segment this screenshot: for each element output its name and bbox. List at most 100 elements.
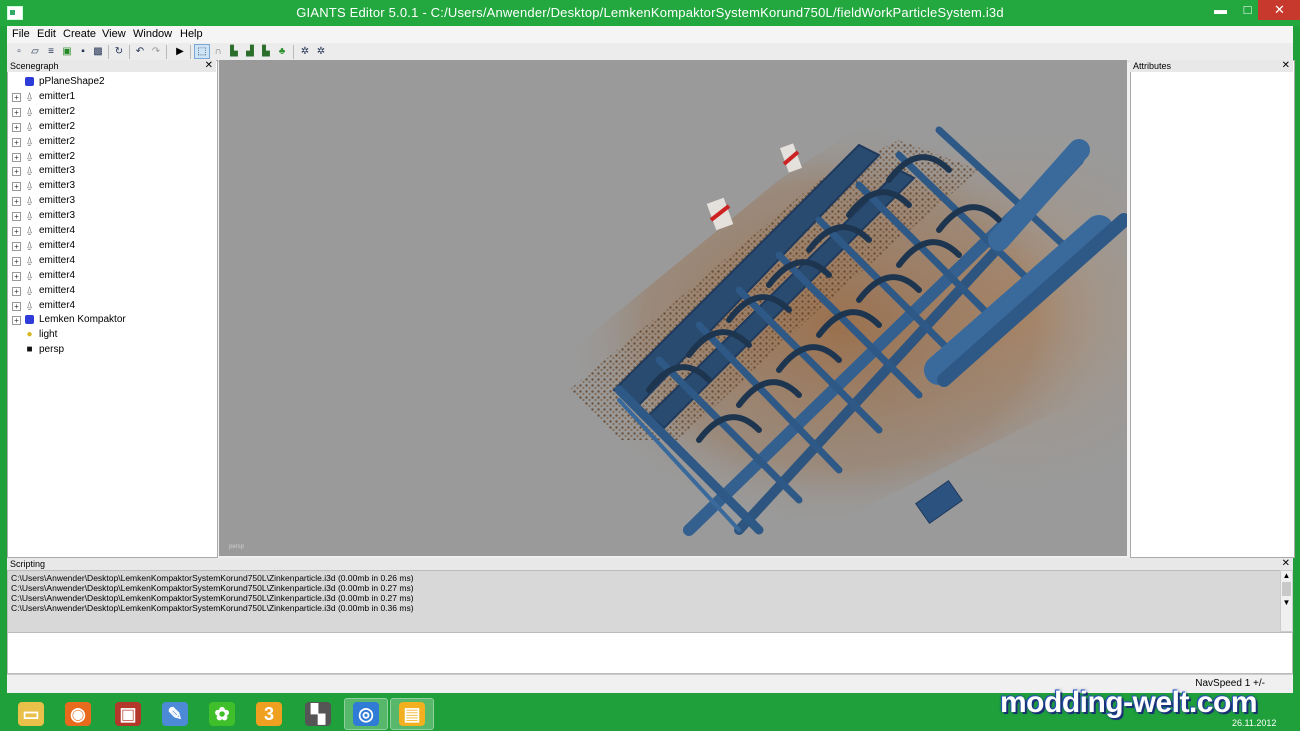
camera-label: persp — [229, 544, 245, 550]
select-tool-icon[interactable]: ⬚ — [194, 44, 210, 59]
scenegraph-node[interactable]: + ⍙ emitter4 — [8, 283, 213, 298]
import-icon[interactable]: ▣ — [60, 45, 74, 58]
watermark-logo: modding-welt.com — [1000, 686, 1258, 719]
scenegraph-node[interactable]: + ⍙ emitter4 — [8, 253, 213, 268]
scenegraph-node[interactable]: + ⍙ emitter4 — [8, 238, 213, 253]
3d-viewport[interactable]: persp — [219, 60, 1127, 556]
giants-editor-icon: ▤ — [399, 702, 425, 726]
reload-icon[interactable]: ↻ — [112, 45, 126, 58]
taskbar-app[interactable]: ▚ — [297, 699, 339, 729]
firefox-icon: ◉ — [65, 702, 91, 726]
menu-edit[interactable]: Edit — [37, 28, 56, 40]
redo-icon[interactable]: ↷ — [149, 45, 163, 58]
scenegraph-node[interactable]: + ⍙ emitter2 — [8, 119, 213, 134]
terrain-paint-icon[interactable]: ▟ — [243, 45, 257, 58]
expand-toggle[interactable]: + — [12, 316, 21, 326]
scenegraph-node[interactable]: + Lemken Kompaktor — [8, 312, 213, 327]
taskbar-app[interactable]: ✿ — [201, 699, 243, 729]
expand-toggle[interactable]: + — [12, 227, 21, 236]
editor-frame: File Edit Create View Window Help ▫ ▱ ≡ … — [7, 26, 1295, 693]
maximize-button[interactable]: □ — [1234, 0, 1261, 20]
scenegraph-node[interactable]: + ⍙ emitter3 — [8, 193, 213, 208]
scenegraph-node[interactable]: + ⍙ emitter3 — [8, 163, 213, 178]
close-button[interactable]: ✕ — [1258, 0, 1300, 20]
expand-toggle[interactable]: + — [12, 167, 21, 177]
expand-toggle[interactable]: + — [12, 182, 21, 192]
play-icon[interactable]: ▶ — [173, 45, 187, 58]
menu-window[interactable]: Window — [133, 28, 172, 40]
foliage-icon[interactable]: ♣ — [275, 45, 289, 58]
taskbar-app[interactable]: ▭ — [10, 699, 52, 729]
chevron-down-icon[interactable]: ▼ — [1281, 598, 1292, 607]
scenegraph-node[interactable]: + ⍙ emitter2 — [8, 134, 213, 149]
menu-view[interactable]: View — [102, 28, 126, 40]
taskbar-app[interactable]: ▤ — [390, 698, 434, 730]
scenegraph-node[interactable]: + ⍙ emitter2 — [8, 104, 213, 119]
terrain-foliage-icon[interactable]: ▙ — [259, 45, 273, 58]
open-recent-icon[interactable]: ≡ — [44, 45, 58, 58]
taskbar-app[interactable]: ▣ — [107, 699, 149, 729]
scenegraph-node[interactable]: pPlaneShape2 — [8, 74, 213, 89]
scenegraph-node[interactable]: + ⍙ emitter4 — [8, 268, 213, 283]
terrain-icon[interactable]: ▙ — [227, 45, 241, 58]
settings-alt-icon[interactable]: ✲ — [314, 45, 328, 58]
icq-icon: ✿ — [209, 702, 235, 726]
taskbar-app[interactable]: ◎ — [344, 698, 388, 730]
scenegraph-node-label: emitter2 — [39, 135, 76, 147]
scenegraph-node[interactable]: + ⍙ emitter2 — [8, 149, 213, 164]
new-file-icon[interactable]: ▫ — [12, 45, 26, 58]
close-icon[interactable]: ✕ — [205, 60, 213, 72]
scenegraph-node-label: pPlaneShape2 — [39, 76, 105, 87]
scenegraph-node-label: emitter4 — [39, 269, 76, 281]
scenegraph-title: Scenegraph ✕ — [7, 60, 216, 72]
open-file-icon[interactable]: ▱ — [28, 45, 42, 58]
scenegraph-node-label: light — [39, 329, 58, 341]
viewport-scene[interactable]: persp — [219, 60, 1127, 556]
emitter-icon: ⍙ — [26, 269, 33, 281]
scripting-log[interactable]: C:\Users\Anwender\Desktop\LemkenKompakto… — [7, 570, 1285, 636]
undo-icon[interactable]: ↶ — [133, 45, 147, 58]
expand-toggle[interactable]: + — [12, 122, 21, 132]
magnet-icon[interactable]: ∩ — [211, 45, 225, 58]
scenegraph-node[interactable]: ● light — [8, 327, 213, 342]
taskbar-app[interactable]: 3 — [248, 699, 290, 729]
scenegraph-node[interactable]: + ⍙ emitter1 — [8, 89, 213, 104]
expand-toggle[interactable]: + — [12, 256, 21, 266]
emitter-icon: ⍙ — [26, 150, 33, 162]
expand-toggle[interactable]: + — [12, 241, 21, 251]
expand-toggle[interactable]: + — [12, 107, 21, 117]
save-as-icon[interactable]: ▩ — [91, 45, 105, 58]
close-icon[interactable]: ✕ — [1282, 60, 1290, 72]
save-icon[interactable]: ▪ — [76, 45, 90, 58]
scenegraph-node[interactable]: ■ persp — [8, 342, 213, 357]
menu-file[interactable]: File — [12, 28, 30, 40]
settings-icon[interactable]: ✲ — [298, 45, 312, 58]
chevron-up-icon[interactable]: ▲ — [1281, 571, 1292, 580]
expand-toggle[interactable]: + — [12, 286, 21, 296]
shape-icon — [25, 77, 34, 86]
scenegraph-node[interactable]: + ⍙ emitter3 — [8, 178, 213, 193]
expand-toggle[interactable]: + — [12, 152, 21, 162]
expand-toggle[interactable]: + — [12, 92, 21, 102]
close-icon[interactable]: ✕ — [1282, 558, 1290, 570]
expand-toggle[interactable]: + — [12, 301, 21, 311]
script-input[interactable] — [7, 632, 1293, 674]
scenegraph-node[interactable]: + ⍙ emitter4 — [8, 223, 213, 238]
emitter-icon: ⍙ — [26, 254, 33, 266]
menu-create[interactable]: Create — [63, 28, 96, 40]
scenegraph-node[interactable]: + ⍙ emitter3 — [8, 208, 213, 223]
taskbar-app[interactable]: ✎ — [154, 699, 196, 729]
window-title: GIANTS Editor 5.0.1 - C:/Users/Anwender/… — [296, 5, 1004, 20]
expand-toggle[interactable]: + — [12, 197, 21, 207]
expand-toggle[interactable]: + — [12, 212, 21, 222]
log-scrollbar[interactable]: ▲ ▼ — [1280, 570, 1293, 632]
scenegraph-node[interactable]: + ⍙ emitter4 — [8, 298, 213, 313]
menu-help[interactable]: Help — [180, 28, 203, 40]
minimize-button[interactable]: ▬ — [1207, 0, 1234, 20]
expand-toggle[interactable]: + — [12, 271, 21, 281]
expand-toggle[interactable]: + — [12, 137, 21, 147]
taskbar-app[interactable]: ◉ — [57, 699, 99, 729]
scenegraph-node-label: persp — [39, 344, 65, 356]
camera-icon: ■ — [26, 344, 33, 356]
scenegraph-node-label: emitter2 — [39, 150, 76, 162]
